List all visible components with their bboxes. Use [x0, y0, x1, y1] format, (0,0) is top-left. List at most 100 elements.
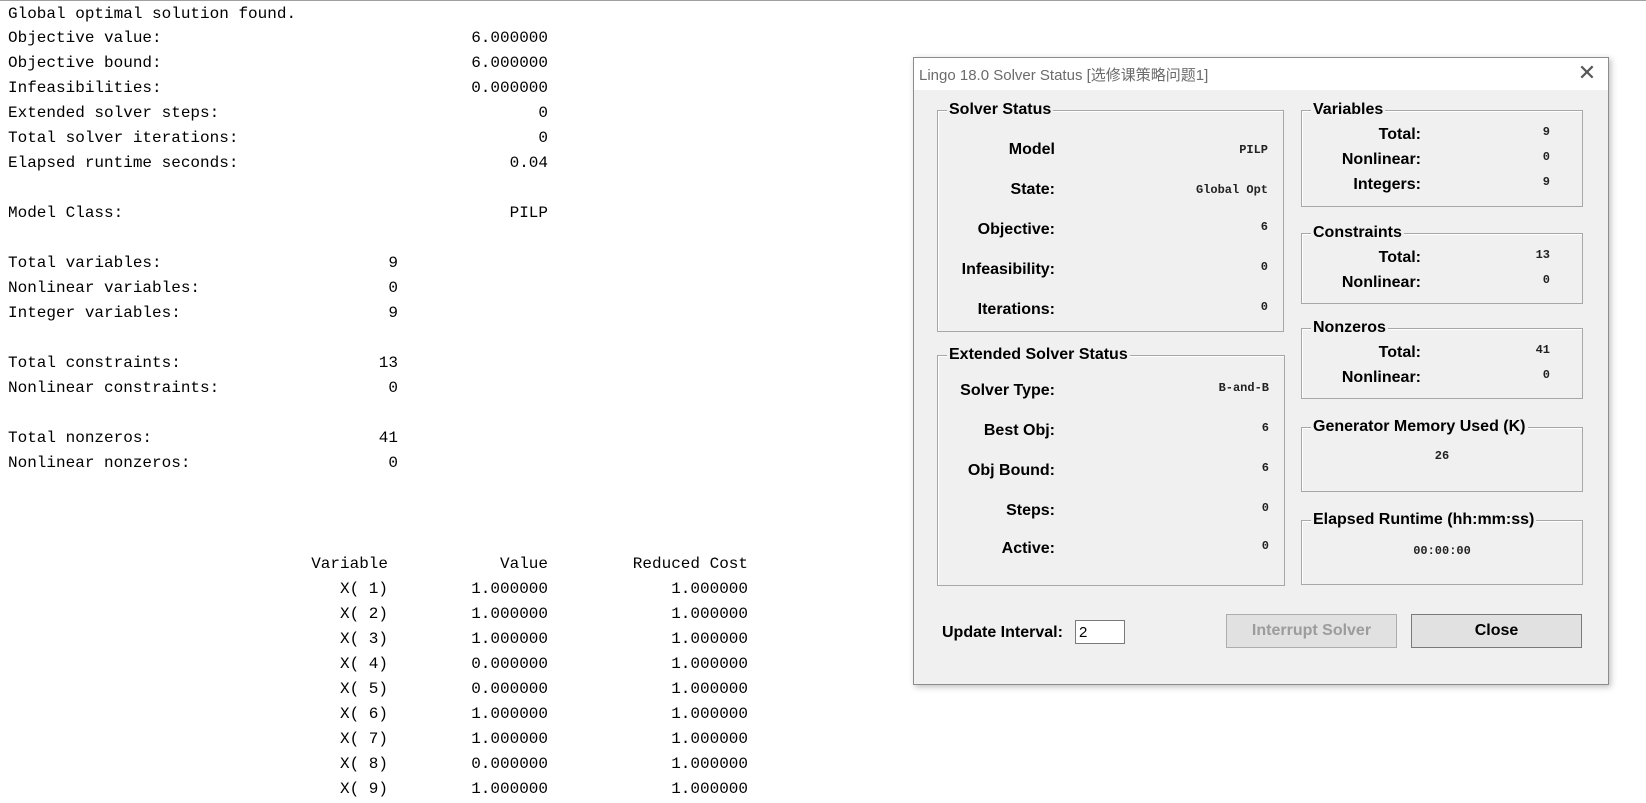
close-button[interactable]: Close [1411, 614, 1582, 648]
solver-objective-value: 6 [1260, 220, 1268, 234]
report-value-total-nonzeros: 41 [378, 429, 398, 447]
solution-report: Global optimal solution found. Objective… [0, 0, 900, 803]
table-header-value: Value [499, 555, 548, 573]
variables-nonlinear-value: 0 [1542, 150, 1550, 164]
variables-total-value: 9 [1542, 125, 1550, 139]
solver-iterations-label: Iterations: [977, 301, 1055, 318]
constraints-nonlinear-label: Nonlinear: [1341, 274, 1421, 291]
table-cell-reduced-cost: 1.000000 [671, 655, 748, 673]
nonzeros-nonlinear-value: 0 [1542, 368, 1550, 382]
table-cell-variable: X( 6) [339, 705, 388, 723]
table-cell-value: 0.000000 [471, 755, 548, 773]
variables-group-title: Variables [1311, 100, 1386, 120]
table-cell-reduced-cost: 1.000000 [671, 755, 748, 773]
variables-group: Variables Total: 9 Nonlinear: 0 Integers… [1301, 100, 1583, 207]
update-interval-input[interactable] [1075, 620, 1125, 644]
solver-infeasibility-label: Infeasibility: [961, 261, 1055, 278]
table-cell-reduced-cost: 1.000000 [671, 780, 748, 798]
nonzeros-total-value: 41 [1535, 343, 1550, 357]
report-value-nonlinear-nonzeros: 0 [388, 454, 398, 472]
variables-total-label: Total: [1378, 126, 1421, 143]
constraints-nonlinear-value: 0 [1542, 273, 1550, 287]
extended-active-value: 0 [1261, 539, 1269, 553]
report-label-objective-bound: Objective bound: [8, 54, 162, 72]
report-value-extended-steps: 0 [538, 104, 548, 122]
constraints-group: Constraints Total: 13 Nonlinear: 0 [1301, 223, 1583, 304]
table-cell-reduced-cost: 1.000000 [671, 730, 748, 748]
update-interval-label: Update Interval: [942, 624, 1063, 641]
table-header-variable: Variable [311, 555, 388, 573]
close-icon[interactable]: ✕ [1574, 61, 1600, 87]
report-value-elapsed-runtime: 0.04 [509, 154, 548, 172]
solver-objective-label: Objective: [977, 221, 1055, 238]
solver-model-label: Model [1008, 141, 1055, 158]
solver-status-group-title: Solver Status [947, 100, 1054, 120]
table-cell-value: 0.000000 [471, 680, 548, 698]
report-label-infeasibilities: Infeasibilities: [8, 79, 162, 97]
table-header-reduced-cost: Reduced Cost [632, 555, 748, 573]
report-value-objective-bound: 6.000000 [471, 54, 548, 72]
table-cell-variable: X( 4) [339, 655, 388, 673]
solver-status-dialog: Lingo 18.0 Solver Status [选修课策略问题1] ✕ So… [913, 57, 1609, 685]
variables-nonlinear-label: Nonlinear: [1341, 151, 1421, 168]
report-label-extended-steps: Extended solver steps: [8, 104, 220, 122]
report-value-model-class: PILP [509, 204, 548, 222]
report-value-total-constraints: 13 [378, 354, 398, 372]
solver-state-label: State: [1010, 181, 1055, 198]
elapsed-runtime-group-title: Elapsed Runtime (hh:mm:ss) [1311, 510, 1537, 530]
solver-status-group: Solver Status Model PILP State: Global O… [937, 100, 1284, 332]
extended-best-obj-value: 6 [1261, 421, 1269, 435]
extended-solver-status-group: Extended Solver Status Solver Type: B-an… [937, 345, 1285, 586]
report-label-total-constraints: Total constraints: [8, 354, 181, 372]
solver-infeasibility-value: 0 [1260, 260, 1268, 274]
report-label-nonlinear-variables: Nonlinear variables: [8, 279, 201, 297]
table-cell-value: 1.000000 [471, 780, 548, 798]
solver-model-value: PILP [1239, 143, 1268, 157]
table-cell-variable: X( 7) [339, 730, 388, 748]
table-cell-variable: X( 3) [339, 630, 388, 648]
report-value-solver-iterations: 0 [538, 129, 548, 147]
constraints-total-value: 13 [1535, 248, 1550, 262]
report-value-objective-value: 6.000000 [471, 29, 548, 47]
table-cell-variable: X( 1) [339, 580, 388, 598]
report-value-infeasibilities: 0.000000 [471, 79, 548, 97]
table-cell-variable: X( 5) [339, 680, 388, 698]
extended-status-group-title: Extended Solver Status [947, 345, 1130, 365]
extended-solver-type-label: Solver Type: [960, 382, 1055, 399]
generator-memory-value: 26 [1434, 449, 1450, 463]
constraints-total-label: Total: [1378, 249, 1421, 266]
report-label-total-nonzeros: Total nonzeros: [8, 429, 153, 447]
solver-state-value: Global Opt [1195, 183, 1268, 197]
solver-iterations-value: 0 [1260, 300, 1268, 314]
report-value-nonlinear-variables: 0 [388, 279, 398, 297]
extended-solver-type-value: B-and-B [1218, 381, 1269, 395]
table-cell-reduced-cost: 1.000000 [671, 680, 748, 698]
table-cell-value: 1.000000 [471, 705, 548, 723]
table-cell-value: 1.000000 [471, 580, 548, 598]
extended-best-obj-label: Best Obj: [983, 422, 1055, 439]
dialog-title-bar[interactable]: Lingo 18.0 Solver Status [选修课策略问题1] ✕ [914, 58, 1608, 90]
report-label-integer-variables: Integer variables: [8, 304, 181, 322]
extended-obj-bound-value: 6 [1261, 461, 1269, 475]
elapsed-runtime-group: Elapsed Runtime (hh:mm:ss) 00:00:00 [1301, 510, 1583, 585]
table-cell-reduced-cost: 1.000000 [671, 630, 748, 648]
variables-integers-value: 9 [1542, 175, 1550, 189]
generator-memory-group-title: Generator Memory Used (K) [1311, 417, 1528, 437]
elapsed-runtime-value: 00:00:00 [1413, 544, 1471, 558]
variables-integers-label: Integers: [1353, 176, 1421, 193]
constraints-group-title: Constraints [1311, 223, 1404, 243]
extended-active-label: Active: [1001, 540, 1055, 557]
report-label-nonlinear-nonzeros: Nonlinear nonzeros: [8, 454, 191, 472]
nonzeros-nonlinear-label: Nonlinear: [1341, 369, 1421, 386]
report-label-nonlinear-constraints: Nonlinear constraints: [8, 379, 220, 397]
extended-steps-label: Steps: [1006, 502, 1055, 519]
report-label-total-variables: Total variables: [8, 254, 162, 272]
report-value-nonlinear-constraints: 0 [388, 379, 398, 397]
table-cell-reduced-cost: 1.000000 [671, 580, 748, 598]
generator-memory-group: Generator Memory Used (K) 26 [1301, 417, 1583, 492]
table-cell-value: 0.000000 [471, 655, 548, 673]
extended-steps-value: 0 [1261, 501, 1269, 515]
interrupt-solver-button[interactable]: Interrupt Solver [1226, 614, 1397, 648]
table-cell-value: 1.000000 [471, 630, 548, 648]
table-cell-variable: X( 8) [339, 755, 388, 773]
